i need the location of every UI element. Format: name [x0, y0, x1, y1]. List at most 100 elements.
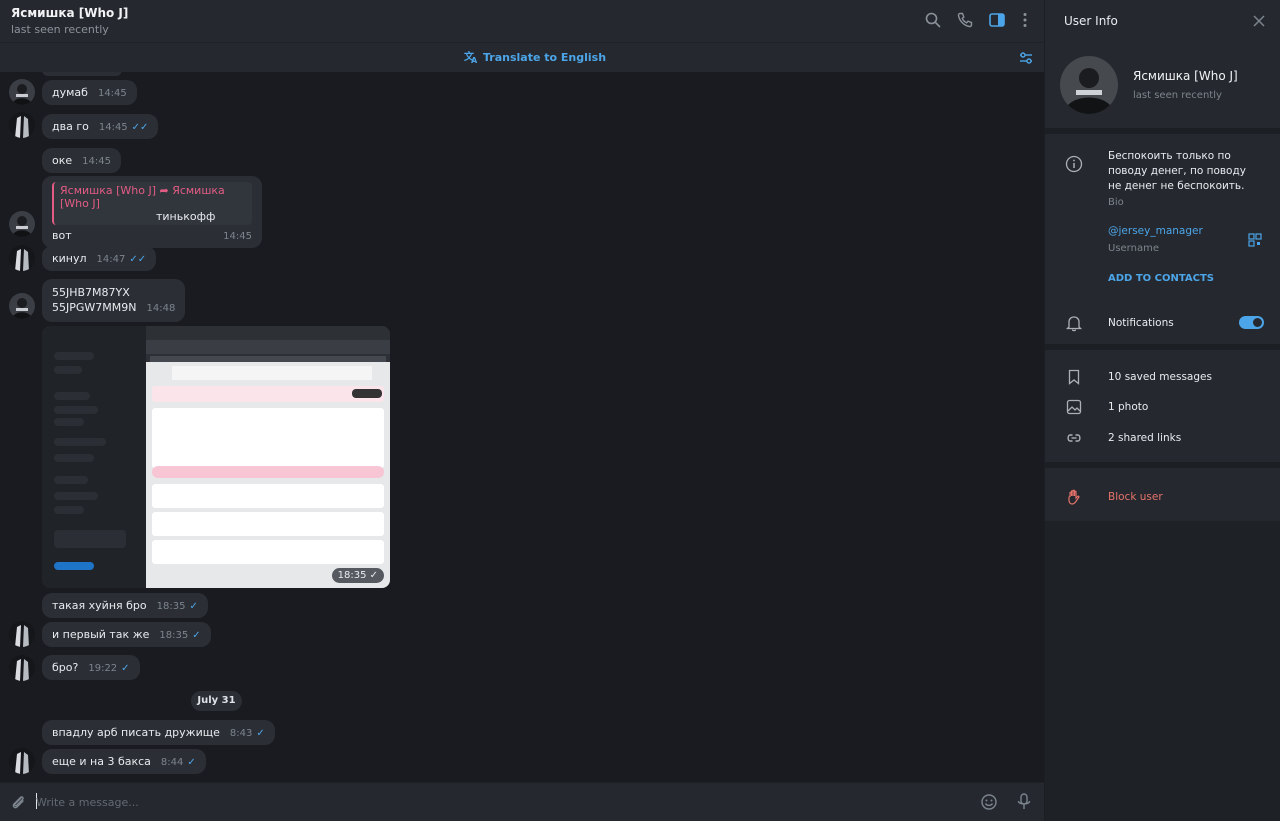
chat-title[interactable]: Ясмишка [Who J] — [11, 6, 128, 20]
message-time: 8:44 — [160, 757, 184, 768]
search-icon[interactable] — [924, 11, 942, 29]
message-time: 14:45 — [98, 122, 128, 133]
profile-status: last seen recently — [1133, 90, 1222, 101]
message-bubble[interactable]: думаб 14:45 — [42, 80, 137, 105]
photo-time: 18:35 ✓ — [331, 568, 384, 583]
avatar-self[interactable] — [9, 748, 35, 774]
avatar-self[interactable] — [9, 621, 35, 647]
profile-avatar[interactable] — [1060, 56, 1118, 114]
message-time: 14:45 — [97, 88, 127, 99]
shared-links-item[interactable]: 2 shared links — [1108, 431, 1181, 446]
telegram-window: Ясмишка [Who J] last seen recently 文A Tr… — [0, 0, 1280, 821]
message-bubble[interactable]: такая хуйня бро 18:35 ✓ — [42, 593, 208, 618]
bio-text: Беспокоить только по поводу денег, по по… — [1108, 150, 1246, 192]
translate-label: Translate to English — [483, 50, 607, 64]
avatar-self[interactable] — [9, 245, 35, 271]
panel-bottom-fill — [1045, 521, 1280, 821]
sidebar-toggle-icon[interactable] — [988, 11, 1006, 29]
message-text: такая хуйня бро — [52, 599, 147, 612]
avatar-contact[interactable] — [9, 293, 35, 319]
message-text: два го — [52, 120, 89, 133]
message-bubble[interactable]: еще и на 3 бакса 8:44 ✓ — [42, 749, 206, 774]
message-list[interactable]: думаб 14:45 два го 14:45 ✓✓ оке 14:45 Ясмишк… — [0, 72, 1044, 782]
check-icon: ✓ — [192, 630, 201, 641]
add-to-contacts-button[interactable]: ADD TO CONTACTS — [1108, 271, 1214, 286]
bio-label: Bio — [1108, 197, 1124, 208]
photo-message[interactable]: 18:35 ✓ — [42, 326, 390, 588]
message-bubble[interactable]: кинул 14:47 ✓✓ — [42, 246, 157, 271]
svg-text:A: A — [471, 56, 478, 64]
translate-icon: 文A — [464, 50, 478, 64]
message-text: кинул — [52, 252, 87, 265]
message-time: 18:35 — [159, 630, 189, 641]
message-time: 14:48 — [146, 303, 176, 314]
more-options-icon[interactable] — [1016, 11, 1034, 29]
bookmark-icon — [1068, 369, 1080, 385]
profile-name: Ясмишка [Who J] — [1133, 69, 1238, 83]
double-check-icon: ✓✓ — [131, 122, 149, 133]
message-bubble[interactable]: и первый так же 18:35 ✓ — [42, 622, 211, 647]
emoji-icon[interactable] — [980, 793, 998, 811]
username-link[interactable]: @jersey_manager — [1108, 224, 1203, 239]
translate-settings-icon[interactable] — [1018, 50, 1034, 66]
message-bubble[interactable]: оке 14:45 — [42, 148, 121, 173]
block-user-button[interactable]: Block user — [1108, 490, 1163, 505]
double-check-icon: ✓✓ — [129, 254, 147, 265]
message-text: еще и на 3 бакса — [52, 755, 151, 768]
phone-icon[interactable] — [956, 11, 974, 29]
avatar-contact[interactable] — [9, 79, 35, 105]
qr-code-icon[interactable] — [1248, 233, 1262, 247]
avatar-self[interactable] — [9, 655, 35, 681]
saved-messages-item[interactable]: 10 saved messages — [1108, 370, 1212, 385]
message-time: 14:47 — [96, 254, 126, 265]
message-input[interactable] — [36, 792, 936, 812]
message-time: 14:45 — [82, 156, 111, 167]
message-time: 19:22 — [88, 663, 118, 674]
user-info-panel: User Info Ясмишка [Who J] last seen rece… — [1044, 0, 1280, 821]
check-icon: ✓ — [189, 601, 198, 612]
divider — [1045, 344, 1280, 350]
message-bubble-forward[interactable]: Ясмишка [Who J] ➦ Ясмишка [Who J] тинько… — [42, 176, 262, 248]
link-icon — [1067, 434, 1081, 442]
check-icon: ✓ — [187, 757, 196, 768]
screenshot-image — [42, 326, 390, 588]
message-composer — [0, 782, 1044, 821]
info-panel-title: User Info — [1064, 14, 1118, 28]
message-text: и первый так же — [52, 628, 150, 641]
microphone-icon[interactable] — [1015, 792, 1033, 812]
close-icon[interactable] — [1252, 14, 1266, 28]
chat-pane: Ясмишка [Who J] last seen recently 文A Tr… — [0, 0, 1044, 821]
message-text: бро? — [52, 661, 79, 674]
username-label: Username — [1108, 243, 1159, 254]
notifications-toggle[interactable] — [1239, 316, 1264, 329]
message-bubble-partial — [42, 72, 122, 76]
message-bubble[interactable]: впадлу арб писать дружище 8:43 ✓ — [42, 720, 275, 745]
message-text-line1: 55JHB7M87YX — [52, 286, 130, 299]
spacer — [1045, 297, 1280, 300]
message-time: 14:45 — [223, 231, 252, 242]
message-bubble[interactable]: бро? 19:22 ✓ — [42, 655, 140, 680]
avatar-self[interactable] — [9, 112, 35, 138]
message-text: оке — [52, 154, 73, 167]
message-text: вот — [52, 229, 72, 242]
message-bubble[interactable]: два го 14:45 ✓✓ — [42, 114, 159, 139]
message-text-line2: 55JPGW7MM9N — [52, 301, 137, 314]
message-bubble[interactable]: 55JHB7M87YX 55JPGW7MM9N 14:48 — [42, 279, 186, 322]
reply-author: Ясмишка [Who J] ➦ Ясмишка [Who J] — [60, 184, 225, 210]
avatar-contact[interactable] — [9, 211, 35, 237]
photos-item[interactable]: 1 photo — [1108, 400, 1148, 415]
reply-quote[interactable]: Ясмишка [Who J] ➦ Ясмишка [Who J] тинько… — [52, 182, 252, 225]
chat-status: last seen recently — [11, 23, 109, 36]
message-text: думаб — [52, 86, 88, 99]
message-time: 8:43 — [229, 728, 253, 739]
translate-button[interactable]: 文A Translate to English — [464, 50, 606, 64]
check-icon: ✓ — [256, 728, 265, 739]
date-separator: July 31 — [191, 691, 242, 711]
photo-icon — [1066, 399, 1082, 415]
message-text: впадлу арб писать дружище — [52, 726, 220, 739]
notifications-label: Notifications — [1108, 317, 1174, 329]
attach-icon[interactable] — [9, 793, 27, 811]
divider — [1045, 462, 1280, 468]
bell-icon — [1065, 316, 1083, 332]
chat-header: Ясмишка [Who J] last seen recently — [0, 0, 1044, 42]
